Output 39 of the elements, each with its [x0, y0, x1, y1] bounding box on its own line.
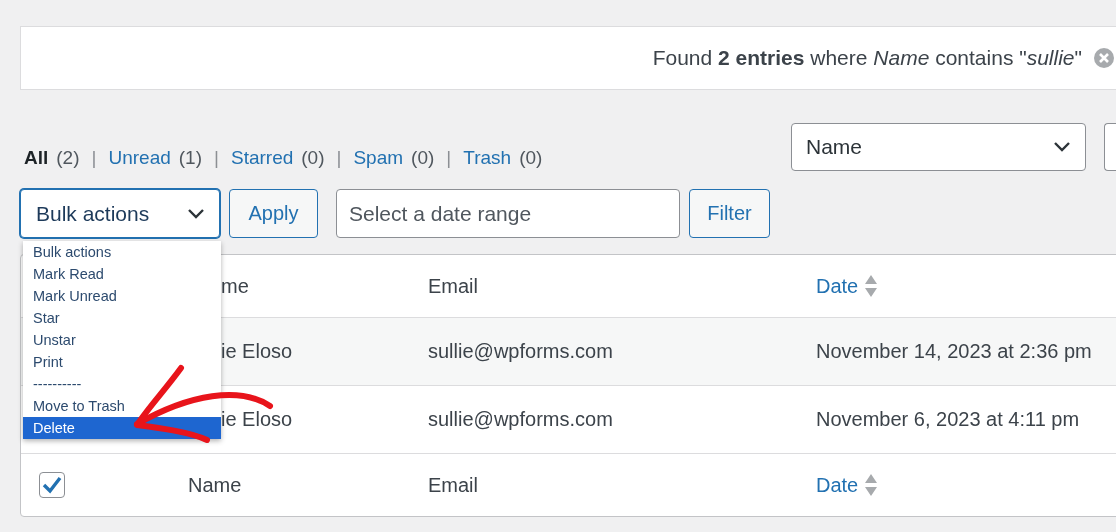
view-count: (0) — [519, 147, 543, 169]
dropdown-option[interactable]: Unstar — [23, 329, 221, 351]
separator-text: | — [446, 147, 452, 169]
notice-text: Found 2 entries where Name contains "sullie" — [652, 46, 1082, 70]
view-link[interactable]: Starred — [230, 147, 294, 169]
separator-text: | — [336, 147, 342, 169]
column-header-link[interactable]: Date — [816, 274, 859, 298]
table-cell: ie Eloso — [221, 408, 293, 431]
filter-button[interactable]: Filter — [689, 189, 770, 238]
column-header: Email — [428, 274, 478, 298]
separator-text: | — [214, 147, 219, 169]
view-link[interactable]: Spam — [353, 147, 404, 169]
dropdown-option[interactable]: Print — [23, 351, 221, 373]
date-range-field[interactable]: Select a date range — [336, 189, 680, 238]
view-link[interactable]: Unread — [108, 147, 171, 169]
table-cell: sullie@wpforms.com — [428, 408, 613, 431]
dropdown-option[interactable]: Bulk actions — [23, 241, 221, 263]
view-count: (2) — [56, 147, 80, 169]
table-cell: November 6, 2023 at 4:11 pm — [816, 408, 1080, 431]
view-link[interactable]: All — [24, 147, 49, 169]
view-link[interactable]: Trash — [463, 147, 512, 169]
column-header: me — [221, 274, 249, 298]
apply-button[interactable]: Apply — [229, 189, 318, 238]
column-header: Email — [428, 473, 478, 497]
table-cell: ie Eloso — [221, 340, 293, 363]
dropdown-option[interactable]: Move to Trash — [23, 395, 221, 417]
view-count: (0) — [301, 147, 325, 169]
table-cell: November 14, 2023 at 2:36 pm — [816, 340, 1092, 363]
dropdown-option[interactable]: Star — [23, 307, 221, 329]
separator-text: | — [91, 147, 97, 169]
view-count: (0) — [411, 147, 435, 169]
dropdown-option[interactable]: Mark Unread — [23, 285, 221, 307]
view-count: (1) — [178, 147, 202, 169]
column-header: Name — [188, 473, 242, 497]
dropdown-option[interactable]: ---------- — [23, 373, 221, 395]
field-select[interactable]: Name — [791, 123, 1086, 171]
dropdown-option[interactable]: Mark Read — [23, 263, 221, 285]
table-cell: sullie@wpforms.com — [428, 340, 613, 363]
column-header-link[interactable]: Date — [816, 473, 859, 497]
